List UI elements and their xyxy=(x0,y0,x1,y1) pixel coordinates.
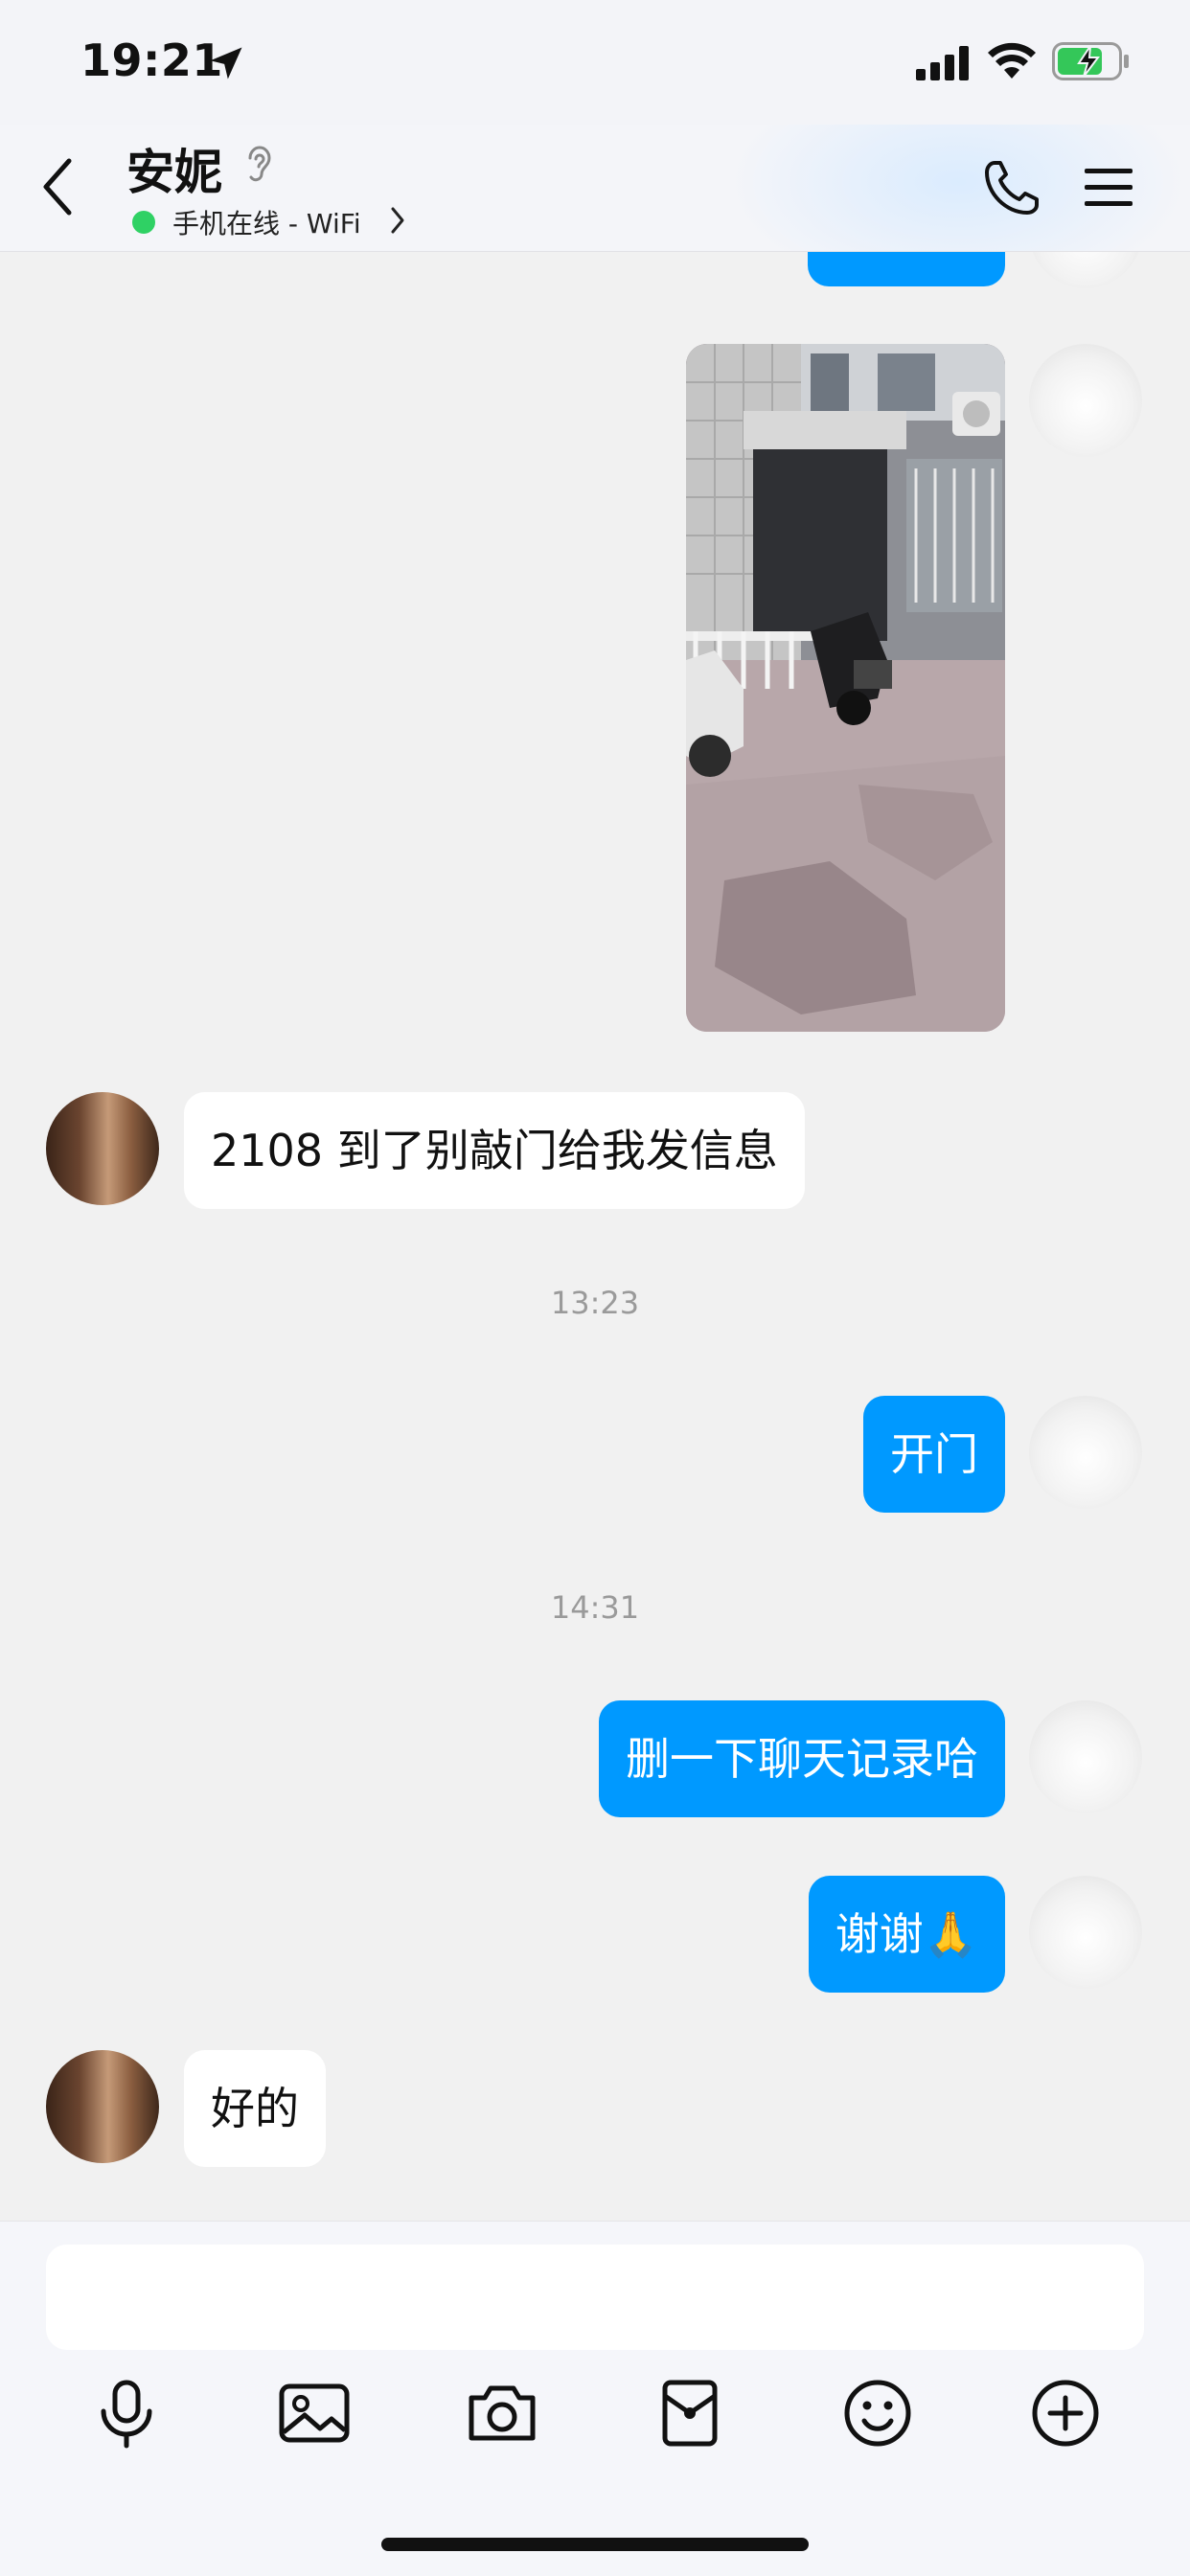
message-bubble[interactable]: 2108 到了别敲门给我发信息 xyxy=(184,1092,805,1209)
message-timestamp: 13:23 xyxy=(550,1285,640,1321)
my-avatar[interactable] xyxy=(1029,1700,1142,1813)
online-status-dot xyxy=(132,211,155,234)
chat-header: 安妮 手机在线 - WiFi xyxy=(0,125,1190,252)
ear-icon[interactable] xyxy=(243,142,276,188)
red-packet-icon[interactable] xyxy=(652,2375,728,2451)
wifi-icon xyxy=(988,42,1036,79)
photo-street-entrance xyxy=(686,344,1005,1032)
contact-avatar[interactable] xyxy=(46,2050,159,2163)
message-bubble[interactable]: 开门 xyxy=(863,1396,1005,1513)
message-timestamp: 14:31 xyxy=(550,1589,640,1626)
cellular-signal-icon xyxy=(916,46,969,80)
location-arrow-icon xyxy=(210,47,242,80)
emoji-icon[interactable] xyxy=(839,2375,916,2451)
menu-icon[interactable] xyxy=(1083,165,1134,211)
message-bubble[interactable]: 删一下聊天记录哈 xyxy=(599,1700,1005,1817)
message-bubble[interactable]: 好的 xyxy=(184,2050,326,2167)
input-area xyxy=(0,2221,1190,2576)
image-icon[interactable] xyxy=(276,2375,353,2451)
microphone-icon[interactable] xyxy=(88,2375,165,2451)
camera-icon[interactable] xyxy=(464,2375,540,2451)
chat-message-list[interactable]: 2108 到了别敲门给我发信息 13:23 开门 14:31 删一下聊天记录哈 … xyxy=(0,252,1190,2221)
online-status-text[interactable]: 手机在线 - WiFi xyxy=(172,203,361,241)
my-avatar[interactable] xyxy=(1029,1396,1142,1509)
photo-message[interactable] xyxy=(686,344,1005,1032)
my-avatar[interactable] xyxy=(1029,1876,1142,1989)
message-bubble[interactable]: 谢谢🙏 xyxy=(808,1876,1005,1993)
battery-charging-icon xyxy=(1052,42,1129,80)
contact-avatar[interactable] xyxy=(46,1092,159,1205)
message-input[interactable] xyxy=(46,2245,1144,2350)
message-bubble-partial[interactable] xyxy=(808,252,1005,286)
contact-name[interactable]: 安妮 xyxy=(126,134,222,203)
plus-icon[interactable] xyxy=(1027,2375,1104,2451)
chevron-right-icon[interactable] xyxy=(387,205,408,236)
home-indicator xyxy=(381,2538,809,2551)
phone-call-icon[interactable] xyxy=(981,157,1042,218)
my-avatar[interactable] xyxy=(1029,344,1142,457)
status-bar: 19:21 xyxy=(0,0,1190,125)
my-avatar[interactable] xyxy=(1029,252,1142,288)
status-time: 19:21 xyxy=(80,34,223,86)
back-chevron-icon[interactable] xyxy=(36,153,79,220)
